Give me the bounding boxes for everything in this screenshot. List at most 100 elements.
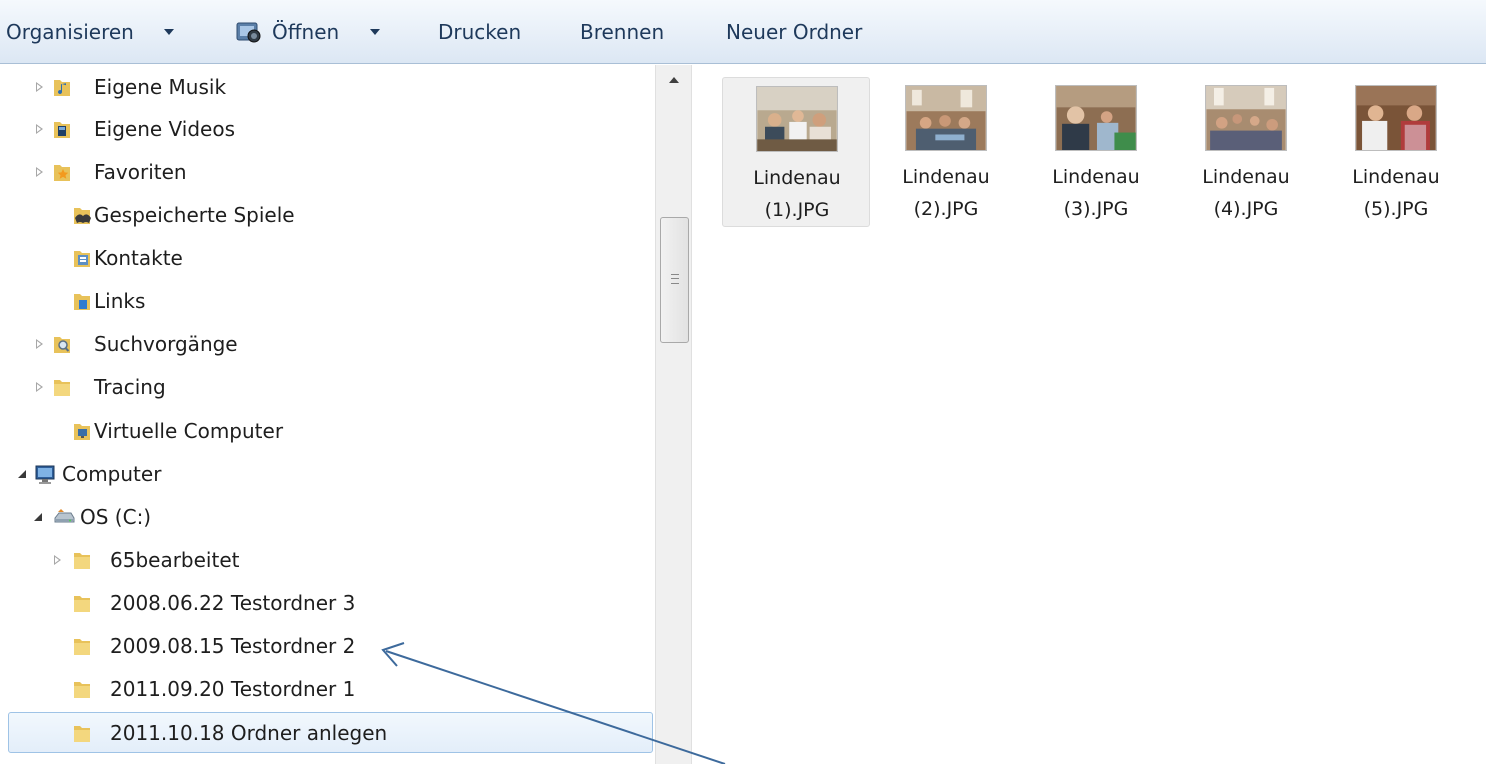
contacts-folder-icon <box>74 251 90 267</box>
folder-icon <box>74 553 90 569</box>
file-name-line1: Lindenau <box>1052 166 1140 188</box>
expand-arrow-icon[interactable] <box>36 382 43 392</box>
nav-item-computer[interactable]: Computer <box>0 453 655 495</box>
nav-item-gespeicherte-spiele[interactable]: Gespeicherte Spiele <box>0 194 655 236</box>
nav-item-2008-testordner-3[interactable]: 2008.06.22 Testordner 3 <box>0 582 655 624</box>
nav-item-favoriten[interactable]: Favoriten <box>0 151 655 193</box>
folder-icon <box>74 726 90 742</box>
photo-thumbnail <box>1205 85 1287 151</box>
nav-item-partial <box>0 755 655 764</box>
nav-item-label: Links <box>94 289 146 313</box>
open-dropdown-arrow-icon <box>370 29 380 35</box>
open-label: Öffnen <box>272 20 340 44</box>
nav-item-2009-testordner-2[interactable]: 2009.08.15 Testordner 2 <box>0 625 655 667</box>
nav-item-kontakte[interactable]: Kontakte <box>0 237 655 279</box>
photo-viewer-icon <box>236 22 261 43</box>
new-folder-button[interactable]: Neuer Ordner <box>726 0 862 64</box>
folder-icon <box>74 682 90 698</box>
file-list-pane: Lindenau (1).JPG Lindenau (2).JPG Linden… <box>692 65 1486 764</box>
nav-item-label: Tracing <box>94 375 166 399</box>
file-item-lindenau-4[interactable]: Lindenau (4).JPG <box>1172 77 1320 227</box>
nav-item-label: Gespeicherte Spiele <box>94 203 295 227</box>
file-name-line1: Lindenau <box>753 167 841 189</box>
file-name-line2: (1).JPG <box>764 199 830 221</box>
nav-item-suchvorgaenge[interactable]: Suchvorgänge <box>0 323 655 365</box>
nav-item-2011-testordner-1[interactable]: 2011.09.20 Testordner 1 <box>0 668 655 710</box>
file-name: Lindenau (3).JPG <box>1022 161 1170 225</box>
file-name-line1: Lindenau <box>1352 166 1440 188</box>
grip-icon <box>671 274 679 284</box>
folder-icon <box>74 639 90 655</box>
organize-button[interactable]: Organisieren <box>6 0 134 64</box>
nav-item-label: 2011.10.18 Ordner anlegen <box>110 721 388 745</box>
burn-button[interactable]: Brennen <box>580 0 664 64</box>
expand-arrow-icon[interactable] <box>36 124 43 134</box>
file-item-lindenau-1[interactable]: Lindenau (1).JPG <box>722 77 870 227</box>
nav-item-links[interactable]: Links <box>0 280 655 322</box>
nav-item-eigene-videos[interactable]: Eigene Videos <box>0 108 655 150</box>
organize-label: Organisieren <box>6 20 134 44</box>
nav-item-label: 65bearbeitet <box>110 548 240 572</box>
scroll-up-arrow-icon[interactable] <box>669 77 679 83</box>
file-item-lindenau-2[interactable]: Lindenau (2).JPG <box>872 77 1020 227</box>
collapse-arrow-icon[interactable] <box>34 513 42 521</box>
nav-item-label: Eigene Videos <box>94 117 235 141</box>
file-name-line2: (5).JPG <box>1363 198 1429 220</box>
nav-item-label: 2009.08.15 Testordner 2 <box>110 634 356 658</box>
nav-item-os-c[interactable]: OS (C:) <box>0 496 655 538</box>
nav-item-2011-ordner-anlegen[interactable]: 2011.10.18 Ordner anlegen <box>0 712 655 754</box>
collapse-arrow-icon[interactable] <box>18 470 26 478</box>
command-bar: Organisieren Öffnen Drucken Brennen Neue… <box>0 0 1486 64</box>
scrollbar-thumb[interactable] <box>660 217 689 343</box>
open-button[interactable]: Öffnen <box>272 0 339 64</box>
print-label: Drucken <box>438 20 522 44</box>
file-item-lindenau-5[interactable]: Lindenau (5).JPG <box>1322 77 1470 227</box>
navigation-pane: Eigene Musik Eigene Videos Favoriten Ges… <box>0 65 655 764</box>
nav-item-label: Kontakte <box>94 246 183 270</box>
print-button[interactable]: Drucken <box>438 0 521 64</box>
photo-thumbnail <box>756 86 838 152</box>
folder-icon <box>54 380 70 396</box>
videos-folder-icon <box>54 122 70 138</box>
nav-item-label: Virtuelle Computer <box>94 419 284 443</box>
file-name-line2: (4).JPG <box>1213 198 1279 220</box>
photo-thumbnail <box>905 85 987 151</box>
file-name: Lindenau (2).JPG <box>872 161 1020 225</box>
expand-arrow-icon[interactable] <box>36 339 43 349</box>
folder-icon <box>74 596 90 612</box>
file-name-line2: (3).JPG <box>1063 198 1129 220</box>
expand-arrow-icon[interactable] <box>36 82 43 92</box>
photo-thumbnail <box>1355 85 1437 151</box>
burn-label: Brennen <box>580 20 665 44</box>
nav-item-label: Favoriten <box>94 160 187 184</box>
file-item-lindenau-3[interactable]: Lindenau (3).JPG <box>1022 77 1170 227</box>
favorites-folder-icon <box>54 165 70 181</box>
photo-thumbnail <box>1055 85 1137 151</box>
searches-folder-icon <box>54 337 70 353</box>
file-name: Lindenau (1).JPG <box>723 162 871 226</box>
new-folder-label: Neuer Ordner <box>726 20 863 44</box>
virtual-computers-icon <box>74 424 90 440</box>
expand-arrow-icon[interactable] <box>36 167 43 177</box>
expand-arrow-icon[interactable] <box>54 555 61 565</box>
file-name-line1: Lindenau <box>902 166 990 188</box>
nav-item-tracing[interactable]: Tracing <box>0 366 655 408</box>
file-name-line1: Lindenau <box>1202 166 1290 188</box>
nav-item-label: Suchvorgänge <box>94 332 238 356</box>
file-name: Lindenau (4).JPG <box>1172 161 1320 225</box>
nav-item-virtuelle-computer[interactable]: Virtuelle Computer <box>0 410 655 452</box>
nav-item-65bearbeitet[interactable]: 65bearbeitet <box>0 539 655 581</box>
file-name: Lindenau (5).JPG <box>1322 161 1470 225</box>
nav-scrollbar[interactable] <box>655 65 692 764</box>
nav-item-label: 2011.09.20 Testordner 1 <box>110 677 356 701</box>
nav-item-label: 2008.06.22 Testordner 3 <box>110 591 356 615</box>
drive-icon <box>54 509 75 523</box>
organize-dropdown-arrow-icon <box>164 29 174 35</box>
links-folder-icon <box>74 294 90 310</box>
nav-item-label: Computer <box>62 462 162 486</box>
nav-item-label: Eigene Musik <box>94 75 227 99</box>
saved-games-icon <box>74 208 91 224</box>
computer-icon <box>35 465 55 484</box>
nav-item-eigene-musik[interactable]: Eigene Musik <box>0 66 655 108</box>
nav-item-label: OS (C:) <box>80 505 152 529</box>
